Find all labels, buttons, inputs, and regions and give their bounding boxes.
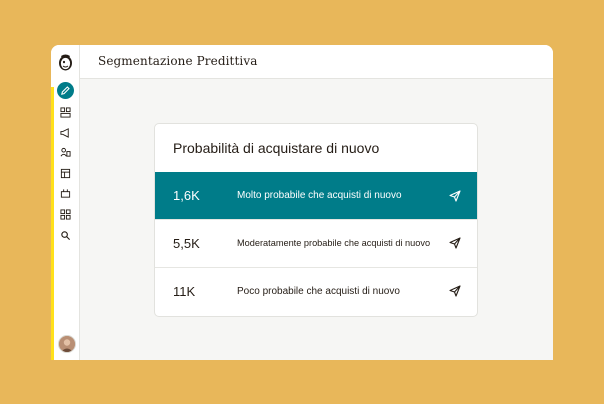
segment-count: 5,5K: [173, 235, 200, 251]
sidebar-item-automations[interactable]: [57, 185, 73, 201]
search-icon: [60, 230, 70, 240]
send-icon[interactable]: [449, 285, 461, 297]
segment-count: 11K: [173, 283, 196, 299]
app-window: Segmentazione Predittiva Probabilità di …: [51, 45, 553, 360]
sidebar-accent-bar: [51, 87, 54, 360]
segment-label: Poco probabile che acquisti di nuovo: [237, 285, 400, 297]
sidebar-item-create[interactable]: [57, 82, 74, 99]
segment-count: 1,6K: [173, 188, 200, 203]
segment-label: Moderatamente probabile che acquisti di …: [237, 238, 431, 248]
segment-label: Molto probabile che acquisti di nuovo: [237, 190, 402, 201]
sidebar-item-content[interactable]: [57, 165, 73, 181]
dashboard-icon: [59, 106, 71, 118]
sidebar-item-search[interactable]: [57, 227, 73, 243]
integrations-icon: [59, 208, 71, 220]
card-title: Probabilità di acquistare di nuovo: [173, 140, 380, 156]
pencil-icon: [61, 86, 70, 95]
sidebar-item-dashboard[interactable]: [57, 104, 73, 120]
sidebar-item-audience[interactable]: [57, 144, 73, 160]
sidebar: [51, 45, 80, 360]
page-title: Segmentazione Predittiva: [98, 54, 258, 68]
segment-row-low[interactable]: 11K Poco probabile che acquisti di nuovo: [155, 267, 477, 314]
send-icon[interactable]: [449, 189, 461, 202]
megaphone-icon: [59, 127, 69, 138]
avatar[interactable]: [58, 335, 76, 353]
repurchase-probability-card: Probabilità di acquistare di nuovo 1,6K …: [154, 123, 478, 317]
segment-row-medium[interactable]: 5,5K Moderatamente probabile che acquist…: [155, 219, 477, 266]
sidebar-item-campaigns[interactable]: [57, 124, 73, 140]
mailchimp-logo-icon[interactable]: [57, 53, 74, 72]
sidebar-item-integrations[interactable]: [57, 206, 73, 222]
segment-row-high[interactable]: 1,6K Molto probabile che acquisti di nuo…: [155, 172, 477, 219]
top-header: Segmentazione Predittiva: [80, 45, 553, 79]
audience-icon: [60, 147, 71, 157]
send-icon[interactable]: [449, 237, 461, 249]
content-icon: [60, 168, 70, 178]
automation-icon: [60, 188, 70, 198]
